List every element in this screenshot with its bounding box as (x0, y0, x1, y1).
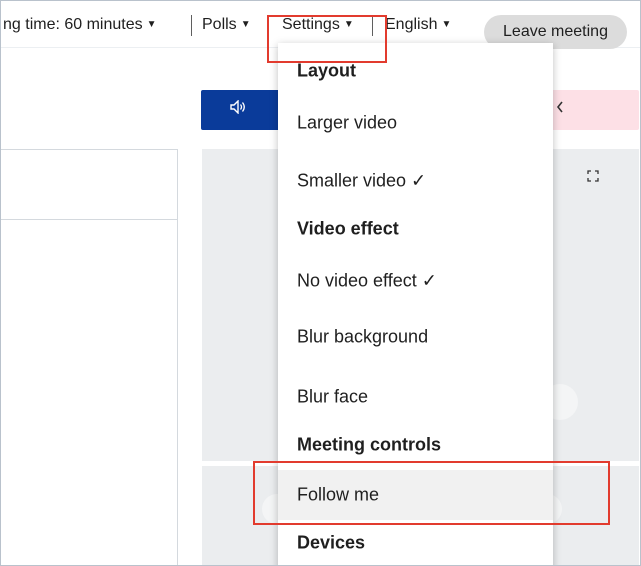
follow-me-highlight-box (253, 461, 610, 525)
meeting-time-menu[interactable]: ng time: 60 minutes ▼ (3, 16, 157, 34)
blur-face-option[interactable]: Blur face (278, 373, 553, 421)
smaller-video-option[interactable]: Smaller video ✓ (278, 157, 553, 205)
caret-down-icon: ▼ (146, 19, 157, 30)
caret-down-icon: ▼ (240, 19, 251, 30)
speaker-icon (230, 99, 246, 117)
caret-down-icon: ▼ (441, 19, 452, 30)
larger-video-option[interactable]: Larger video (278, 99, 553, 147)
fullscreen-icon[interactable] (587, 169, 599, 182)
leave-meeting-label: Leave meeting (503, 23, 608, 40)
blur-background-option[interactable]: Blur background (278, 313, 553, 361)
meeting-controls-heading: Meeting controls (297, 434, 442, 455)
chevron-left-icon (555, 100, 565, 117)
meeting-time-label: ng time: 60 minutes (3, 16, 143, 33)
meeting-window: ng time: 60 minutes ▼ Polls ▼ Settings ▼ En… (0, 0, 641, 566)
no-video-effect-option[interactable]: No video effect ✓ (278, 257, 553, 305)
language-menu[interactable]: English ▼ (385, 16, 451, 34)
settings-highlight-box (267, 15, 387, 63)
side-panel-button[interactable] (541, 90, 639, 130)
chat-panel (1, 149, 178, 565)
video-effect-heading: Video effect (297, 218, 399, 239)
polls-label: Polls (202, 16, 237, 33)
panel-divider (1, 219, 177, 220)
devices-heading: Devices (297, 532, 366, 553)
language-label: English (385, 16, 438, 33)
toolbar-divider (191, 15, 192, 36)
polls-menu[interactable]: Polls ▼ (202, 16, 251, 34)
